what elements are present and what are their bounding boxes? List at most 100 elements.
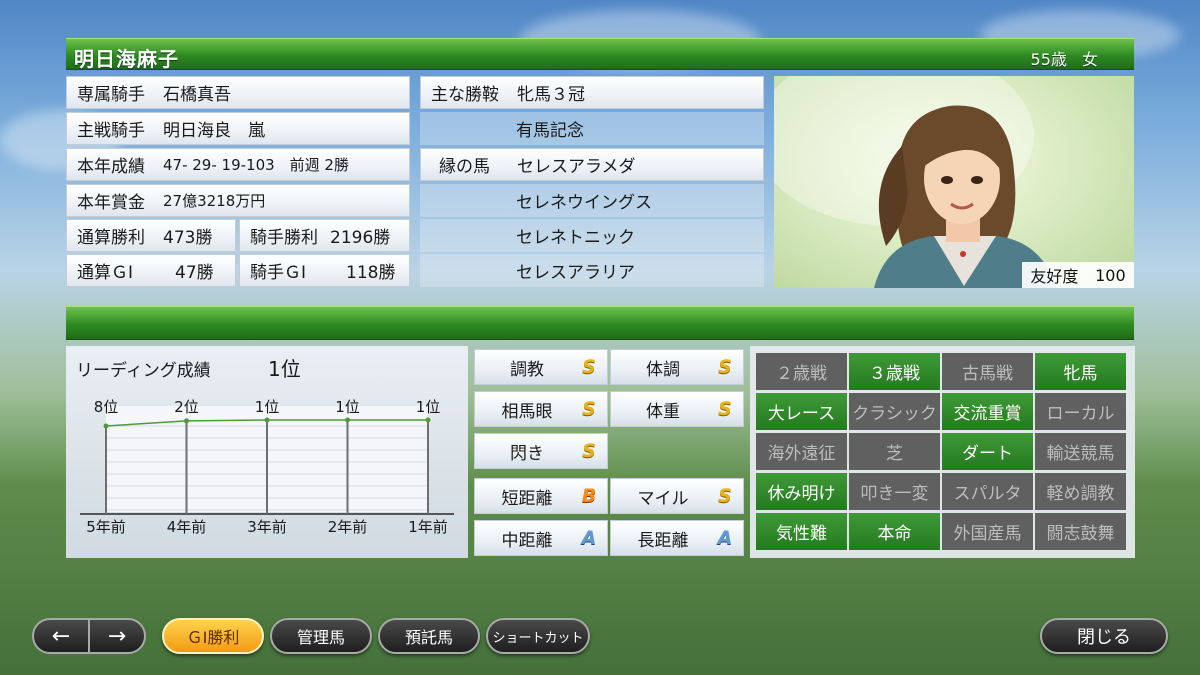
- trainer-name: 明日海麻子: [74, 47, 179, 71]
- entrusted-horses-button[interactable]: 預託馬: [378, 618, 480, 654]
- related-horse-row: セレネトニック: [420, 219, 764, 252]
- trainer-age: 55歳: [1030, 50, 1067, 69]
- specialty-tags-panel: ２歳戦 ３歳戦 古馬戦 牝馬 大レース クラシック 交流重賞 ローカル 海外遠征芝ダート 輸送競馬…: [750, 346, 1135, 558]
- info-year-prize: 本年賞金 27億3218万円: [66, 184, 410, 217]
- specialty-tag: 芝: [849, 433, 940, 470]
- specialty-tag: 軽め調教: [1035, 473, 1126, 510]
- info-value: 473勝: [163, 228, 213, 248]
- info-label: 主戦騎手: [77, 121, 145, 141]
- aptitude-cell: 短距離 B: [474, 478, 608, 514]
- info-value: 石橋真吾: [163, 85, 231, 105]
- chart-point-label: 1位: [416, 398, 441, 416]
- info-label: 通算勝利: [77, 228, 145, 248]
- victories-label: 主な勝鞍: [431, 85, 499, 105]
- chart-point: [345, 417, 350, 423]
- section-divider-bar: [66, 306, 1134, 340]
- specialty-tag: 本命: [849, 513, 940, 550]
- specialty-tag: 海外遠征: [756, 433, 847, 470]
- chart-point-label: 8位: [94, 398, 119, 416]
- chart-point: [184, 418, 189, 424]
- specialty-tag: 気性難: [756, 513, 847, 550]
- aptitude-name: 閃き: [510, 443, 544, 464]
- aptitude-name: 相馬眼: [501, 401, 553, 422]
- info-label: 通算ＧⅠ: [77, 263, 134, 283]
- g1-wins-button[interactable]: ＧⅠ勝利: [162, 618, 264, 654]
- aptitude-name: 体重: [646, 401, 680, 422]
- info-value: 118勝: [346, 263, 396, 283]
- chart-point-label: 1位: [335, 398, 360, 416]
- info-value: 27億3218万円: [163, 192, 266, 210]
- related-horse[interactable]: セレスアラメダ: [517, 152, 636, 177]
- chart-category-label: 2年前: [328, 518, 368, 536]
- specialty-tag: 牝馬: [1035, 353, 1126, 390]
- aptitude-grade: S: [582, 356, 596, 378]
- victory-row: 有馬記念: [420, 112, 764, 145]
- info-jockey-g1: 騎手ＧⅠ 118勝: [239, 254, 410, 287]
- info-total-wins: 通算勝利 473勝: [66, 219, 236, 252]
- info-value: 明日海良 嵐: [163, 121, 265, 141]
- specialty-tag: ローカル: [1035, 393, 1126, 430]
- specialty-tag: ダート: [942, 433, 1033, 470]
- friendship-label: 友好度: [1030, 267, 1079, 286]
- aptitude-grade: B: [581, 485, 597, 507]
- victory-row: 主な勝鞍 牝馬３冠: [420, 76, 764, 109]
- aptitude-name: 短距離: [501, 488, 553, 509]
- specialty-tag: 外国産馬: [942, 513, 1033, 550]
- chart-point-label: 1位: [255, 398, 280, 416]
- aptitude-name: マイル: [637, 488, 689, 509]
- info-value: 47- 29- 19-103 前週 2勝: [163, 156, 349, 174]
- page-nav: ← →: [32, 618, 146, 654]
- info-total-g1: 通算ＧⅠ 47勝: [66, 254, 236, 287]
- specialty-tag: 交流重賞: [942, 393, 1033, 430]
- aptitude-name: 中距離: [501, 530, 553, 551]
- chart-point-label: 2位: [174, 398, 199, 416]
- aptitude-grade: S: [718, 485, 732, 507]
- specialty-tag: ２歳戦: [756, 353, 847, 390]
- specialty-tag: 休み明け: [756, 473, 847, 510]
- aptitude-grade: S: [718, 398, 732, 420]
- info-label: 騎手勝利: [250, 228, 318, 248]
- aptitude-name: 長距離: [637, 530, 689, 551]
- prev-arrow-icon[interactable]: ←: [34, 620, 90, 652]
- aptitude-grade: S: [582, 440, 596, 462]
- specialty-tag: ３歳戦: [849, 353, 940, 390]
- aptitude-name: 体調: [646, 359, 680, 380]
- info-value: 2196勝: [330, 228, 391, 248]
- specialty-tag: 古馬戦: [942, 353, 1033, 390]
- trainer-illustration: [774, 76, 1056, 288]
- trainer-sex: 女: [1081, 50, 1098, 69]
- close-button[interactable]: 閉じる: [1040, 618, 1168, 654]
- chart-point: [425, 417, 431, 423]
- aptitude-name: 調教: [510, 359, 544, 380]
- related-horse-row: 縁の馬 セレスアラメダ: [420, 148, 764, 181]
- trainer-header-bar: 明日海麻子 55歳 女: [66, 38, 1134, 71]
- shortcut-button[interactable]: ショートカット: [486, 618, 590, 654]
- aptitude-cell: 中距離 A: [474, 520, 608, 556]
- trainer-age-sex: 55歳 女: [1031, 46, 1098, 70]
- aptitude-grade: A: [717, 527, 733, 549]
- related-horse[interactable]: セレネトニック: [516, 223, 635, 248]
- specialty-tag: クラシック: [849, 393, 940, 430]
- chart-category-label: 1年前: [408, 518, 448, 536]
- info-exclusive-jockey: 専属騎手 石橋真吾: [66, 76, 410, 109]
- friendship-badge: 友好度 100: [1022, 262, 1134, 288]
- info-main-jockey: 主戦騎手 明日海良 嵐: [66, 112, 410, 145]
- managed-horses-button[interactable]: 管理馬: [270, 618, 372, 654]
- related-horse[interactable]: セレネウイングス: [516, 188, 652, 213]
- chart-category-label: 4年前: [167, 518, 207, 536]
- next-arrow-icon[interactable]: →: [90, 620, 144, 652]
- related-horse-row: セレネウイングス: [420, 184, 764, 217]
- info-label: 専属騎手: [77, 85, 145, 105]
- leading-chart: 8位 5年前 2位 4年前 1位 3年前 1位 2年前 1位 1年前: [80, 398, 454, 536]
- aptitude-grade: S: [718, 356, 732, 378]
- aptitude-cell: 体重 S: [610, 391, 744, 427]
- related-horse[interactable]: セレスアラリア: [516, 258, 635, 283]
- related-horse-row: セレスアラリア: [420, 254, 764, 287]
- aptitude-cell: 閃き S: [474, 433, 608, 469]
- related-horses-label: 縁の馬: [439, 157, 490, 177]
- chart-category-label: 5年前: [86, 518, 126, 536]
- info-year-record: 本年成績 47- 29- 19-103 前週 2勝: [66, 148, 410, 181]
- info-value: 47勝: [175, 263, 214, 283]
- aptitude-grade: A: [581, 527, 597, 549]
- specialty-tag: 闘志鼓舞: [1035, 513, 1126, 550]
